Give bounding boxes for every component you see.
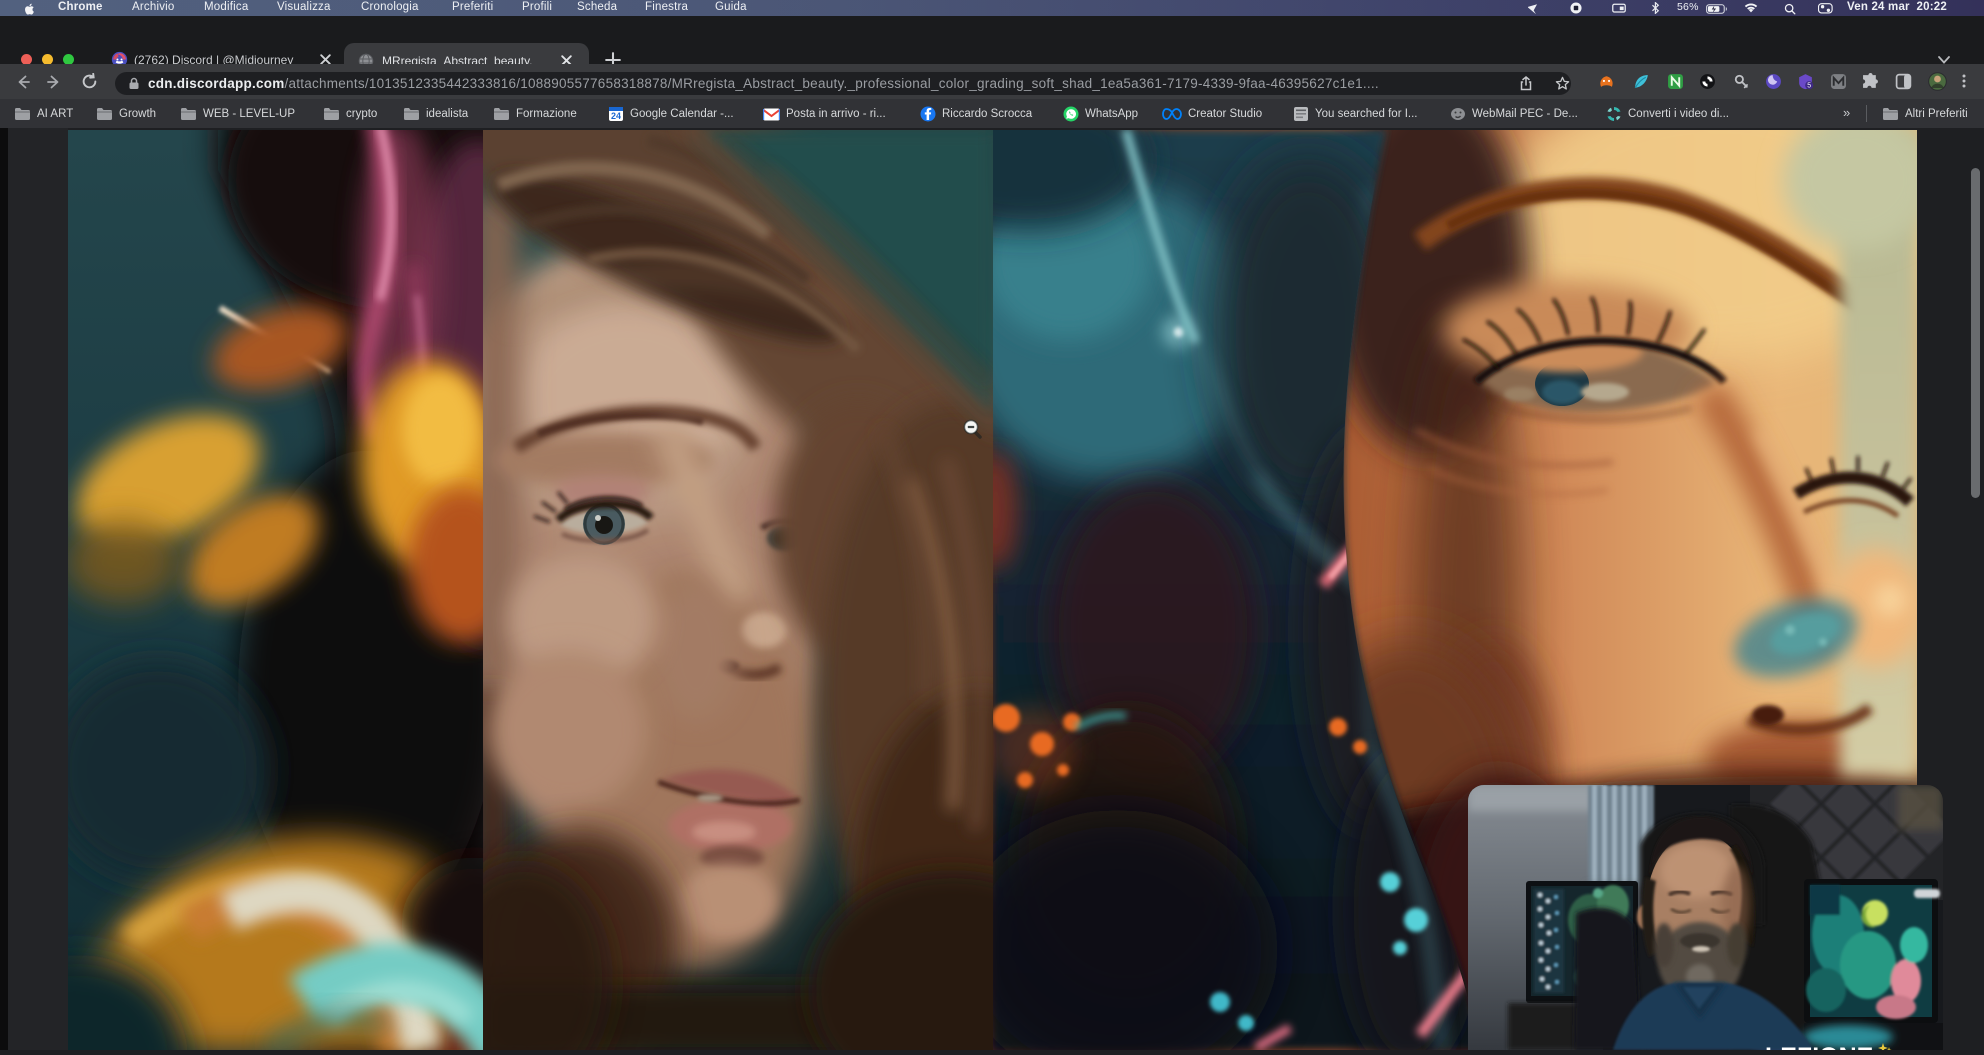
- svg-text:LEZIONE: LEZIONE: [1765, 1043, 1873, 1050]
- svg-text:24: 24: [611, 111, 621, 121]
- svg-text:5: 5: [1807, 82, 1811, 89]
